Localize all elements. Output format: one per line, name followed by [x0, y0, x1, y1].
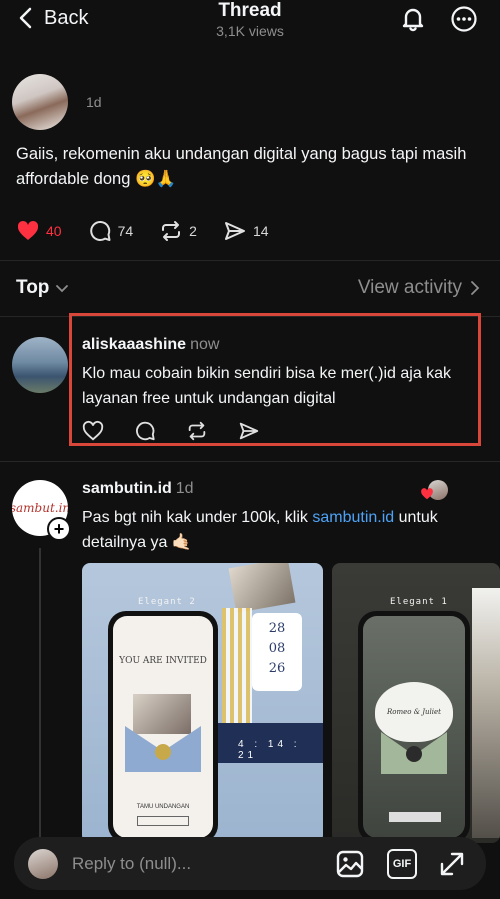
reply-time: 1d	[175, 480, 194, 497]
phone-mockup: Romeo & Juliet	[358, 611, 470, 843]
lace-heart: Romeo & Juliet	[375, 682, 453, 742]
comment-count: 74	[117, 223, 134, 239]
phone-screen: YOU ARE INVITED TAMU UNDANGAN	[113, 616, 213, 838]
divider	[0, 260, 500, 261]
reply-actions	[82, 420, 260, 442]
reply-text: Klo mau cobain bikin sendiri bisa ke mer…	[82, 365, 452, 407]
date-month: 08	[268, 641, 286, 656]
decor-strip	[472, 588, 500, 838]
heart-icon	[17, 221, 39, 240]
gif-icon[interactable]: GIF	[387, 849, 417, 879]
share-icon[interactable]	[238, 420, 260, 442]
countdown-text: 4 : 14 : 21	[238, 739, 301, 761]
reply-header: aliskaaashine now	[82, 336, 219, 354]
template-label: Elegant 1	[390, 597, 448, 607]
comment-icon[interactable]	[134, 420, 156, 442]
share-count: 14	[252, 223, 269, 239]
view-activity-link[interactable]: View activity	[358, 277, 480, 299]
reply-avatar[interactable]	[12, 337, 68, 393]
couple-names: Romeo & Juliet	[387, 708, 441, 716]
chevron-right-icon	[471, 281, 480, 295]
date-card: 28 08 26	[252, 613, 302, 691]
couple-photo	[133, 694, 191, 734]
reply-time: now	[190, 336, 220, 353]
more-icon[interactable]	[450, 5, 478, 33]
heart-icon[interactable]	[82, 420, 104, 442]
top-bar: Back Thread 3,1K views	[0, 0, 500, 48]
date-year: 26	[268, 661, 286, 676]
reply-username[interactable]: sambutin.id	[82, 480, 172, 497]
repost-icon	[162, 221, 181, 241]
liked-by-indicator[interactable]	[420, 480, 450, 502]
invite-text: YOU ARE INVITED	[119, 656, 207, 666]
heart-icon	[421, 488, 433, 500]
template-image-elegant-2[interactable]: Elegant 2 28 08 26 4 : 14 : 21 YOU ARE I…	[82, 563, 323, 843]
wax-seal	[155, 744, 171, 760]
chevron-down-icon	[56, 285, 69, 293]
view-activity-label: View activity	[357, 277, 462, 298]
reply-username[interactable]: aliskaaashine	[82, 336, 186, 353]
image-icon[interactable]	[335, 849, 365, 879]
sort-dropdown[interactable]: Top	[16, 277, 69, 299]
share-icon	[224, 222, 245, 240]
follow-plus-icon[interactable]: +	[47, 517, 71, 541]
like-count: 40	[46, 223, 62, 239]
open-invite-button	[389, 812, 441, 822]
guest-label: TAMU UNDANGAN	[136, 804, 190, 810]
gif-label: GIF	[392, 858, 412, 870]
open-invite-button	[137, 816, 189, 826]
original-post-actions: 40 74 2 14	[16, 219, 269, 243]
thread-line	[39, 548, 41, 838]
date-day: 28	[268, 621, 286, 636]
reply-link[interactable]: sambutin.id	[312, 509, 394, 526]
repost-count: 2	[189, 223, 197, 239]
phone-mockup: YOU ARE INVITED TAMU UNDANGAN	[108, 611, 218, 843]
divider	[0, 461, 500, 462]
reply-header: sambutin.id 1d	[82, 480, 194, 498]
bell-icon[interactable]	[399, 5, 427, 33]
sort-label: Top	[16, 277, 50, 298]
original-post-time: 1d	[86, 94, 102, 110]
reply-bar: GIF	[14, 837, 486, 890]
reply-text-before: Pas bgt nih kak under 100k, klik	[82, 509, 313, 526]
template-image-elegant-1[interactable]: Elegant 1 Romeo & Juliet	[332, 563, 500, 843]
like-button[interactable]: 40	[16, 219, 62, 243]
current-user-avatar	[28, 849, 58, 879]
wax-seal	[406, 746, 422, 762]
comment-icon	[89, 221, 111, 241]
repost-button[interactable]: 2	[159, 219, 197, 243]
repost-icon[interactable]	[186, 420, 208, 442]
phone-screen: Romeo & Juliet	[363, 616, 465, 838]
original-post-avatar[interactable]	[12, 74, 68, 130]
reply-text: Pas bgt nih kak under 100k, klik sambuti…	[82, 505, 482, 555]
photo-collage	[228, 563, 296, 613]
template-label: Elegant 2	[138, 597, 196, 607]
avatar-logo: sambut.in	[12, 501, 68, 515]
expand-icon[interactable]	[437, 849, 467, 879]
original-post-text: Gaiis, rekomenin aku undangan digital ya…	[16, 145, 467, 188]
comment-button[interactable]: 74	[88, 219, 134, 243]
reply-input[interactable]	[72, 837, 312, 890]
decor-stripe	[222, 608, 252, 728]
share-button[interactable]: 14	[223, 219, 269, 243]
